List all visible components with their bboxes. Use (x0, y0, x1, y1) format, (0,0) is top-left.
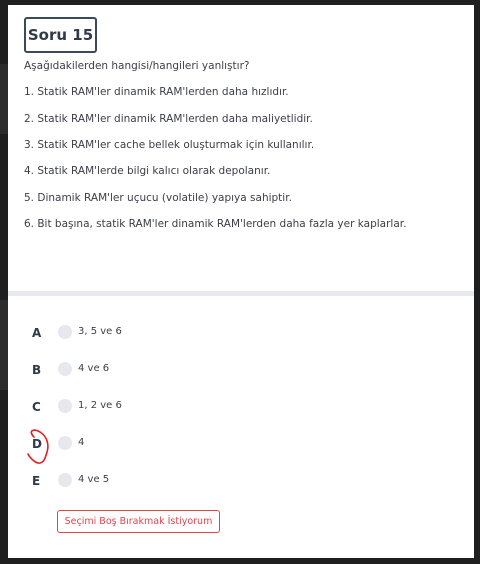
background-strip (0, 64, 8, 134)
option-d-radio[interactable] (58, 436, 72, 450)
option-a-label[interactable]: 3, 5 ve 6 (78, 326, 122, 337)
option-c-radio[interactable] (58, 399, 72, 413)
question-prompt: Aşağıdakilerden hangisi/hangileri yanlış… (24, 60, 250, 72)
option-e-letter[interactable]: E (32, 474, 44, 488)
option-d-label[interactable]: 4 (78, 437, 84, 448)
statement-3: 3. Statik RAM'ler cache bellek oluşturma… (24, 139, 315, 151)
statement-6: 6. Bit başına, statik RAM'ler dinamik RA… (24, 218, 407, 230)
option-a-radio[interactable] (58, 325, 72, 339)
section-divider (8, 291, 474, 296)
option-e-radio[interactable] (58, 473, 72, 487)
statement-2: 2. Statik RAM'ler dinamik RAM'lerden dah… (24, 113, 313, 125)
statement-5: 5. Dinamik RAM'ler uçucu (volatile) yapı… (24, 192, 292, 204)
option-b-label[interactable]: 4 ve 6 (78, 363, 109, 374)
option-a-letter[interactable]: A (32, 326, 44, 340)
option-b-radio[interactable] (58, 362, 72, 376)
background-strip (0, 300, 8, 390)
skip-question-button[interactable]: Seçimi Boş Bırakmak İstiyorum (57, 510, 220, 533)
question-card: Soru 15 Aşağıdakilerden hangisi/hangiler… (8, 5, 474, 558)
option-b-letter[interactable]: B (32, 363, 44, 377)
option-c-label[interactable]: 1, 2 ve 6 (78, 400, 122, 411)
option-c-letter[interactable]: C (32, 400, 44, 414)
statement-1: 1. Statik RAM'ler dinamik RAM'lerden dah… (24, 86, 289, 98)
statement-4: 4. Statik RAM'lerde bilgi kalıcı olarak … (24, 165, 271, 177)
option-d-letter[interactable]: D (32, 437, 44, 451)
option-e-label[interactable]: 4 ve 5 (78, 474, 109, 485)
question-title: Soru 15 (24, 17, 97, 53)
